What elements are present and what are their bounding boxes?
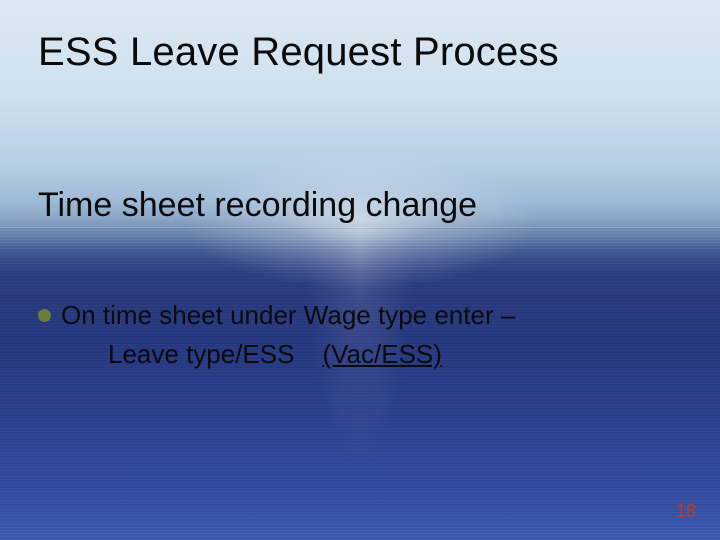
bullet-text-line2a: Leave type/ESS (108, 339, 294, 369)
bullet-line-2: Leave type/ESS (Vac/ESS) (108, 337, 678, 372)
slide: ESS Leave Request Process Time sheet rec… (0, 0, 720, 540)
bullet-block: On time sheet under Wage type enter – Le… (38, 298, 678, 372)
bullet-text-line1: On time sheet under Wage type enter – (61, 298, 515, 333)
background-horizon (0, 227, 720, 229)
background-sun-reflection (290, 227, 430, 540)
slide-title: ESS Leave Request Process (38, 30, 559, 75)
background-water-texture (0, 227, 720, 540)
slide-subtitle: Time sheet recording change (38, 186, 477, 225)
bullet-text-line2b-underlined: (Vac/ESS) (322, 339, 441, 369)
bullet-line-1: On time sheet under Wage type enter – (38, 298, 678, 333)
page-number: 18 (676, 501, 696, 522)
bullet-dot-icon (38, 309, 51, 322)
